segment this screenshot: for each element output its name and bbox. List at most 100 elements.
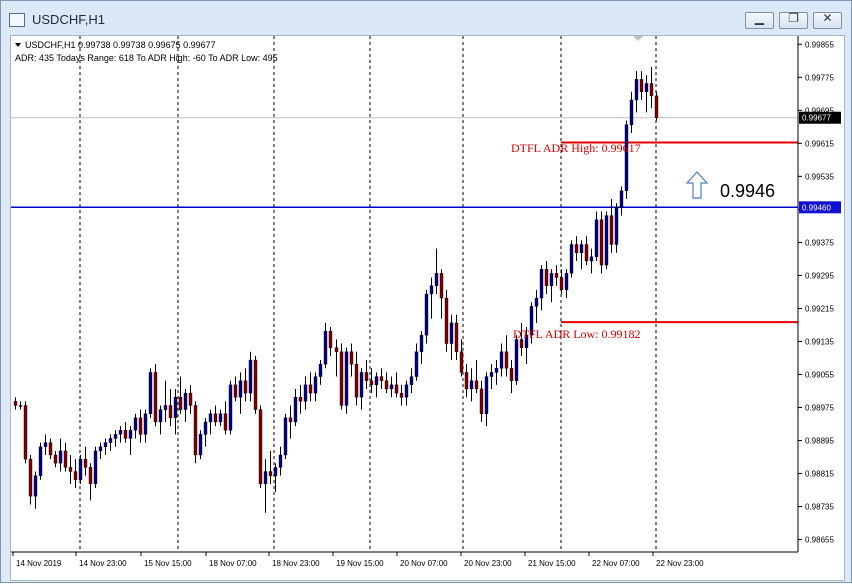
close-button[interactable]: ✕	[813, 11, 842, 29]
candle-body	[108, 438, 113, 443]
candle-body	[369, 380, 374, 386]
candle-body	[544, 269, 549, 286]
candle-body	[308, 384, 313, 394]
chart-window: USDCHF,H1 ▁ ❐ ✕ 0.99855 0.99775 0.99695 0.9…	[0, 0, 852, 583]
candle-body	[33, 475, 38, 497]
candle-body	[328, 330, 333, 348]
time-tick-label: 20 Nov 07:00	[400, 559, 448, 568]
symbol-ohlc-text: USDCHF,H1 0.99738 0.99738 0.99675 0.9967…	[25, 40, 216, 50]
candle-body	[43, 442, 48, 447]
price-tick-label: 0.99055	[805, 370, 834, 379]
candle-body	[118, 430, 123, 435]
candle-body	[313, 376, 318, 394]
close-icon: ✕	[822, 11, 833, 25]
price-tick-label: 0.99215	[805, 304, 834, 313]
adr-high-label: DTFL ADR High: 0.99617	[511, 141, 641, 155]
price-tick-label: 0.99775	[805, 73, 834, 82]
candle-body	[354, 363, 359, 398]
minimize-icon: ▁	[754, 11, 765, 25]
candle-body	[584, 244, 589, 262]
candle-body	[203, 421, 208, 435]
time-tick-label: 14 Nov 23:00	[79, 559, 127, 568]
candle-body	[138, 417, 143, 435]
candle-body	[594, 219, 599, 258]
candle-body	[554, 273, 559, 278]
candle-body	[143, 413, 148, 435]
price-tick-label: 0.98975	[805, 404, 834, 413]
window-title: USDCHF,H1	[32, 12, 105, 27]
candle-body	[68, 467, 73, 472]
price-tick-label: 0.98895	[805, 437, 834, 446]
price-tick-label: 0.99855	[805, 40, 834, 49]
candle-body	[23, 405, 28, 460]
candle-body	[464, 372, 469, 390]
candle-body	[489, 372, 494, 377]
candle-body	[509, 368, 514, 381]
candle-body	[459, 351, 464, 373]
time-tick-label: 18 Nov 07:00	[209, 559, 257, 568]
candle-body	[634, 79, 639, 101]
candle-body	[484, 376, 489, 414]
chart-shift-marker-icon	[633, 36, 643, 41]
candlestick-chart[interactable]: 0.998550.997750.996950.996150.995350.994…	[11, 36, 844, 580]
up-arrow-icon	[685, 171, 709, 199]
candle-body	[298, 397, 303, 402]
candle-body	[273, 467, 278, 476]
candle-body	[494, 368, 499, 373]
candle-body	[414, 351, 419, 377]
candle-body	[168, 405, 173, 419]
level-label: 0.9946	[720, 181, 775, 201]
time-tick-label: 22 Nov 23:00	[656, 559, 704, 568]
candle-body	[318, 363, 323, 377]
price-tick-label: 0.98655	[805, 536, 834, 545]
candle-body	[38, 446, 43, 476]
adr-info-text: ADR: 435 Todays Range: 618 To ADR High: …	[15, 53, 278, 63]
chart-window-icon	[9, 13, 25, 27]
price-tick-label: 0.99375	[805, 238, 834, 247]
title-bar[interactable]: USDCHF,H1 ▁ ❐ ✕	[1, 1, 851, 35]
level-layer	[11, 117, 798, 324]
candle-body	[238, 380, 243, 398]
candle-body	[384, 380, 389, 390]
candle-body	[444, 297, 449, 344]
time-tick-label: 21 Nov 15:00	[528, 559, 576, 568]
candle-body	[258, 409, 263, 485]
candle-body	[48, 442, 53, 456]
candle-body	[83, 458, 88, 468]
candle-body	[98, 446, 103, 452]
minimize-button[interactable]: ▁	[745, 11, 774, 29]
candle-body	[564, 273, 569, 291]
candle-body	[499, 351, 504, 369]
candle-body	[78, 458, 83, 480]
candle-body	[434, 273, 439, 286]
candle-body	[449, 322, 454, 344]
candle-body	[193, 405, 198, 456]
candle-body	[63, 450, 68, 468]
candle-body	[93, 450, 98, 485]
candle-body	[609, 215, 614, 245]
current-price-label: 0.99677	[802, 114, 831, 123]
candle-body	[549, 273, 554, 286]
candle-body	[579, 244, 584, 253]
candle-body	[424, 293, 429, 336]
candle-body	[339, 351, 344, 406]
time-tick-label: 14 Nov 2019	[16, 559, 62, 568]
candle-body	[474, 380, 479, 390]
restore-button[interactable]: ❐	[779, 11, 808, 29]
candle-body	[13, 401, 18, 406]
candle-body	[253, 359, 258, 410]
candle-body	[323, 330, 328, 365]
candle-body	[28, 458, 33, 497]
chart-area[interactable]: 0.998550.997750.996950.996150.995350.994…	[10, 35, 845, 581]
candle-body	[504, 351, 509, 369]
candle-body	[399, 392, 404, 398]
candle-body	[559, 277, 564, 291]
candle-body	[283, 417, 288, 456]
candle-body	[18, 405, 23, 407]
candle-body	[429, 285, 434, 295]
candle-body	[133, 417, 138, 431]
candle-body	[479, 388, 484, 414]
candle-body	[614, 207, 619, 245]
candle-body	[303, 384, 308, 402]
candle-body	[278, 454, 283, 468]
